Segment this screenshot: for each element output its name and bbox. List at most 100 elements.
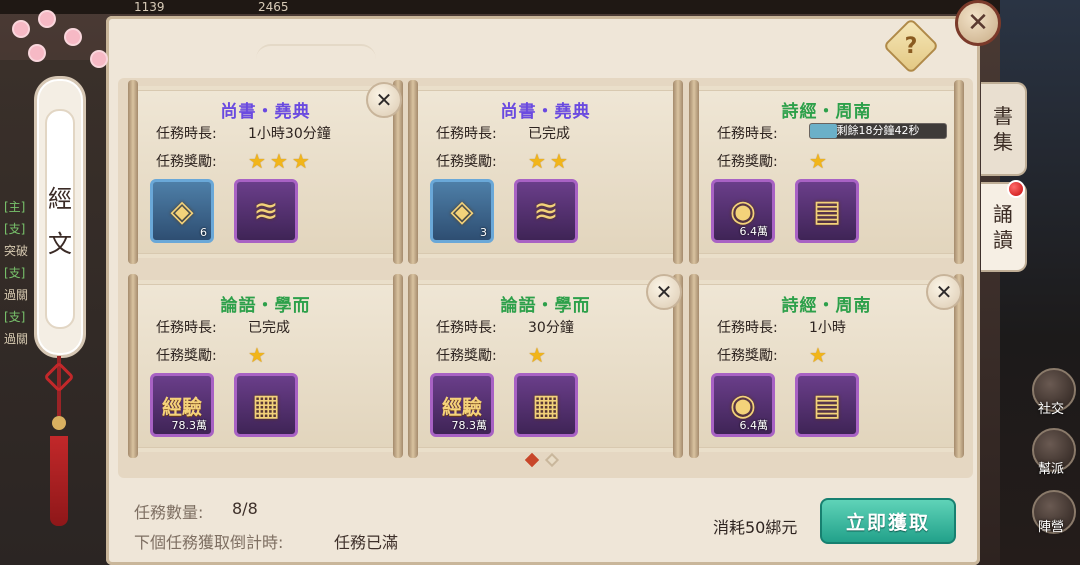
reward-label: 任務獎勵: bbox=[436, 154, 497, 170]
gold-coin-icon[interactable]: ◉ 6.4萬 bbox=[711, 373, 775, 437]
page-dot-2[interactable] bbox=[544, 452, 560, 468]
reward-row: 任務獎勵: ★ ★ bbox=[436, 149, 568, 173]
treasure-chest-icon[interactable]: ◈ 6 bbox=[150, 179, 214, 243]
duration-value: 已完成 bbox=[528, 126, 570, 142]
chat-channel-tag: [主] bbox=[4, 200, 26, 214]
task-card: 尚書・堯典 任務時長: 已完成 任務獎勵: ★ ★ ◈ 3 ≋ bbox=[408, 80, 683, 264]
page-dot-1[interactable] bbox=[524, 452, 540, 468]
task-title: 論語・學而 bbox=[500, 296, 591, 316]
scroll-rod-right bbox=[673, 80, 683, 264]
chat-line: 過關 bbox=[4, 330, 28, 347]
tab-shuji[interactable]: 書 集 bbox=[981, 82, 1027, 176]
task-title: 詩經・周南 bbox=[781, 296, 872, 316]
cancel-task-button[interactable]: ✕ bbox=[646, 274, 682, 310]
page-indicator bbox=[524, 452, 560, 468]
chat-channel-tag: [支] bbox=[4, 222, 26, 236]
chat-text: 過關 bbox=[4, 332, 29, 346]
chat-text: 突破 bbox=[4, 244, 29, 258]
tab-shuji-char-2: 集 bbox=[993, 130, 1013, 154]
treasure-chest-icon[interactable]: ◈ 3 bbox=[430, 179, 494, 243]
duration-row: 任務時長: 剩餘18分鐘42秒 bbox=[717, 123, 947, 143]
scroll-rod-left bbox=[408, 80, 418, 264]
duration-row: 任務時長: 1小時30分鐘 bbox=[156, 123, 331, 143]
task-count-label: 任務數量: bbox=[134, 503, 204, 522]
cloud-pattern bbox=[256, 44, 376, 74]
scroll-rod-left bbox=[689, 80, 699, 264]
tab-songdu-char-1: 誦 bbox=[993, 202, 1013, 226]
scroll-rod-right bbox=[954, 80, 964, 264]
question-icon: ? bbox=[904, 33, 918, 59]
item-count: 78.3萬 bbox=[171, 419, 208, 432]
cost-text: 消耗50綁元 bbox=[713, 518, 798, 537]
countdown-value: 任務已滿 bbox=[334, 533, 399, 552]
get-now-button[interactable]: 立即獲取 bbox=[820, 498, 956, 544]
gold-coin-icon[interactable]: ◉ 6.4萬 bbox=[711, 179, 775, 243]
scroll-icon-glyph: ≋ bbox=[533, 193, 559, 229]
reward-row: 任務獎勵: ★ bbox=[156, 343, 266, 367]
book-icon-glyph: ▤ bbox=[812, 193, 842, 229]
stat-right: 2465 bbox=[258, 0, 289, 14]
guild-label: 幫派 bbox=[1038, 462, 1065, 477]
scroll-rod-left bbox=[128, 274, 138, 458]
remaining-time-bar: 剩餘18分鐘42秒 bbox=[809, 123, 947, 139]
book-icon-glyph: ▤ bbox=[812, 387, 842, 423]
reward-row: 任務獎勵: ★ bbox=[436, 343, 546, 367]
item-count: 78.3萬 bbox=[451, 419, 488, 432]
task-card: 論語・學而 任務時長: 30分鐘任務獎勵: ★ 經驗 78.3萬 ▦ bbox=[408, 274, 683, 458]
chat-line: [主] bbox=[4, 198, 25, 215]
painting-scroll-icon[interactable]: ▦ bbox=[514, 373, 578, 437]
duration-value: 1小時30分鐘 bbox=[248, 126, 331, 142]
duration-label: 任務時長: bbox=[436, 320, 497, 336]
tab-songdu[interactable]: 誦 讀 bbox=[981, 180, 1027, 272]
star-rating: ★ bbox=[248, 343, 266, 367]
exp-label: 經驗 bbox=[162, 394, 202, 419]
task-card: 論語・學而 任務時長: 已完成 任務獎勵: ★ 經驗 78.3萬 ▦ bbox=[128, 274, 403, 458]
painting-scroll-icon-glyph: ▦ bbox=[531, 387, 561, 423]
chat-line: [支] bbox=[4, 264, 25, 281]
tab-shuji-char-1: 書 bbox=[993, 104, 1013, 128]
reward-label: 任務獎勵: bbox=[156, 348, 217, 364]
notification-dot bbox=[1007, 180, 1025, 198]
star-rating: ★ bbox=[528, 343, 546, 367]
reward-label: 任務獎勵: bbox=[436, 348, 497, 364]
star-icon: ★ bbox=[549, 149, 568, 173]
star-rating: ★ ★ ★ bbox=[248, 149, 310, 173]
scroll-paper: 尚書・堯典 任務時長: 1小時30分鐘任務獎勵: ★ ★ ★ ◈ 6 ≋ bbox=[138, 90, 393, 254]
duration-label: 任務時長: bbox=[156, 320, 217, 336]
top-status-bar: 1139 2465 bbox=[0, 0, 1080, 14]
painting-scroll-icon[interactable]: ▦ bbox=[234, 373, 298, 437]
scroll-rod-left bbox=[689, 274, 699, 458]
duration-value: 30分鐘 bbox=[528, 320, 574, 336]
scroll-paper: 論語・學而 任務時長: 已完成 任務獎勵: ★ 經驗 78.3萬 ▦ bbox=[138, 284, 393, 448]
scroll-rod-left bbox=[408, 274, 418, 458]
treasure-chest-icon-glyph: ◈ bbox=[170, 193, 194, 229]
star-icon: ★ bbox=[809, 343, 827, 367]
close-button[interactable]: ✕ bbox=[955, 0, 1001, 46]
item-count: 3 bbox=[480, 226, 487, 239]
tassel-decoration bbox=[43, 356, 75, 526]
painting-scroll-icon-glyph: ▦ bbox=[251, 387, 281, 423]
banner-char-1: 經 bbox=[48, 185, 72, 213]
duration-label: 任務時長: bbox=[717, 126, 778, 142]
scroll-icon[interactable]: ≋ bbox=[514, 179, 578, 243]
scroll-icon[interactable]: ≋ bbox=[234, 179, 298, 243]
chat-line: 突破 bbox=[4, 242, 28, 259]
title-banner: 經 文 bbox=[34, 76, 86, 358]
book-icon[interactable]: ▤ bbox=[795, 373, 859, 437]
exp-icon[interactable]: 經驗 78.3萬 bbox=[150, 373, 214, 437]
reward-label: 任務獎勵: bbox=[156, 154, 217, 170]
star-icon: ★ bbox=[248, 343, 266, 367]
task-title: 尚書・堯典 bbox=[220, 102, 311, 122]
cancel-task-button[interactable]: ✕ bbox=[926, 274, 962, 310]
star-icon: ★ bbox=[528, 343, 546, 367]
exp-icon[interactable]: 經驗 78.3萬 bbox=[430, 373, 494, 437]
book-icon[interactable]: ▤ bbox=[795, 179, 859, 243]
treasure-chest-icon-glyph: ◈ bbox=[450, 193, 474, 229]
star-rating: ★ bbox=[809, 343, 827, 367]
duration-row: 任務時長: 30分鐘 bbox=[436, 317, 574, 337]
reward-label: 任務獎勵: bbox=[717, 154, 778, 170]
social-label: 社交 bbox=[1038, 402, 1065, 417]
cancel-task-button[interactable]: ✕ bbox=[366, 82, 402, 118]
reward-row: 任務獎勵: ★ bbox=[717, 149, 827, 173]
tab-songdu-char-2: 讀 bbox=[993, 228, 1013, 252]
